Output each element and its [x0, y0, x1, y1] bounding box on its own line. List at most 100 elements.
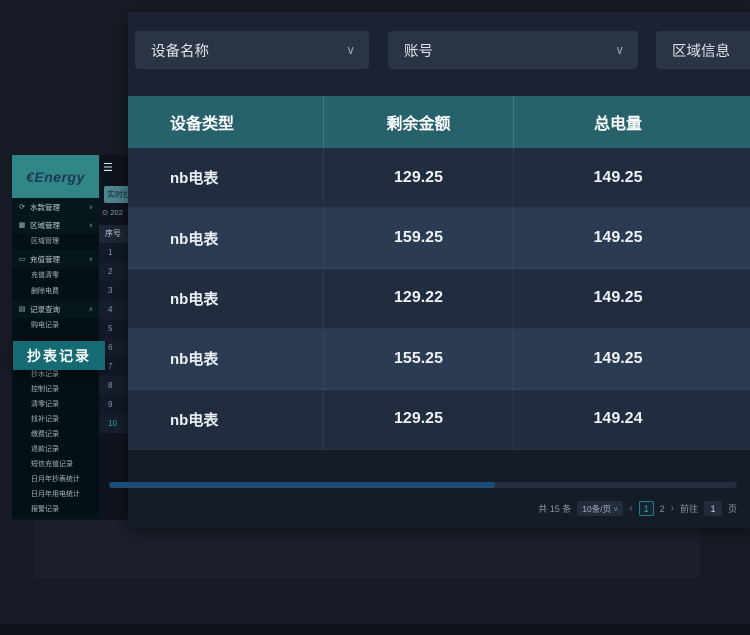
chevron-up-icon: ∧: [89, 222, 93, 229]
column-header-balance: 剩余金额: [324, 96, 514, 148]
section-label: 区域管理: [30, 220, 60, 231]
column-header-device-type: 设备类型: [128, 96, 324, 148]
sidebar-item-control-records[interactable]: 控制记录: [12, 382, 99, 397]
cell-total-energy: 149.25: [514, 208, 750, 267]
total-count-label: 共 15 条: [538, 502, 571, 515]
seq-row[interactable]: 2: [99, 262, 128, 281]
page-button-1-current[interactable]: 1: [639, 501, 654, 516]
section-label: 充值管理: [30, 254, 60, 265]
dropdown-label: 区域信息: [672, 40, 730, 61]
dropdown-label: 设备名称: [151, 40, 209, 61]
seq-row[interactable]: 3: [99, 281, 128, 300]
seq-row[interactable]: 5: [99, 319, 128, 338]
sidebar-section-region[interactable]: ▦ 区域管理 ∧: [12, 216, 99, 234]
sidebar-section-arrears[interactable]: ⟳ 水款管理 ∨: [12, 198, 99, 216]
cell-total-energy: 149.25: [514, 329, 750, 388]
section-label: 记录查询: [30, 304, 60, 315]
cell-balance: 159.25: [324, 208, 514, 267]
sidebar-item-purchase-records[interactable]: 购电记录: [12, 318, 99, 334]
date-text: 202: [110, 208, 123, 217]
cell-total-energy: 149.25: [514, 269, 750, 328]
seq-row[interactable]: 4: [99, 300, 128, 319]
seq-rows: 1 2 3 4 5 6 7 8 9 10: [99, 243, 128, 433]
seq-row[interactable]: 8: [99, 376, 128, 395]
device-name-dropdown[interactable]: 设备名称 ∨: [135, 31, 369, 69]
next-page-button[interactable]: ›: [671, 503, 674, 514]
horizontal-scrollbar[interactable]: [109, 482, 737, 488]
goto-label: 前往: [680, 502, 698, 515]
section-label: 水款管理: [30, 202, 60, 213]
background-window-strip: ☰ 实时抄表 ⊙ 202 序号 1 2 3 4 5 6 7 8 9 10: [99, 155, 128, 520]
table-row[interactable]: nb电表 129.22 149.25: [128, 269, 750, 329]
cell-device-type: nb电表: [128, 208, 324, 267]
sidebar-item-sms-recharge-records[interactable]: 短信充值记录: [12, 457, 99, 472]
dropdown-label: 账号: [404, 40, 433, 61]
sidebar: €Energy ⟳ 水款管理 ∨ ▦ 区域管理 ∧ 区域管理 ▭ 充值管理 ∧ …: [12, 155, 99, 520]
menu-icon[interactable]: ☰: [103, 163, 113, 174]
goto-suffix-label: 页: [728, 502, 737, 515]
chevron-down-icon: ∨: [89, 204, 93, 211]
cell-balance: 129.25: [324, 390, 514, 449]
chevron-down-icon: ∨: [613, 505, 618, 513]
table-row[interactable]: nb电表 159.25 149.25: [128, 208, 750, 268]
sidebar-submenu-recharge: 充值清零 删除电费: [12, 268, 99, 300]
cell-balance: 155.25: [324, 329, 514, 388]
cell-total-energy: 149.25: [514, 148, 750, 207]
prev-page-button[interactable]: ‹: [629, 503, 632, 514]
arrears-icon: ⟳: [18, 203, 26, 211]
pagination: 共 15 条 10条/页 ∨ ‹ 1 2 › 前往 1 页: [538, 501, 737, 516]
page-size-label: 10条/页: [582, 503, 611, 515]
clock-icon: ⊙: [102, 208, 108, 217]
column-header-total-energy: 总电量: [514, 96, 750, 148]
cell-device-type: nb电表: [128, 269, 324, 328]
sidebar-item-refund-records[interactable]: 退款记录: [12, 442, 99, 457]
horizontal-scrollbar-thumb[interactable]: [109, 482, 495, 488]
sidebar-item-region-manage[interactable]: 区域管理: [12, 234, 99, 250]
cell-device-type: nb电表: [128, 390, 324, 449]
recharge-icon: ▭: [18, 255, 26, 263]
chevron-down-icon: ∨: [615, 43, 624, 57]
cell-device-type: nb电表: [128, 329, 324, 388]
table-footer-area: [128, 450, 750, 528]
account-dropdown[interactable]: 账号 ∨: [388, 31, 638, 69]
chevron-up-icon: ∧: [89, 306, 93, 313]
sidebar-item-delete-fee[interactable]: 删除电费: [12, 284, 99, 300]
sidebar-item-energy-stats[interactable]: 日月年用电统计: [12, 487, 99, 502]
date-picker-fragment[interactable]: ⊙ 202: [102, 208, 123, 217]
seq-row-highlighted[interactable]: 10: [99, 414, 128, 433]
sidebar-section-recharge[interactable]: ▭ 充值管理 ∧: [12, 250, 99, 268]
sidebar-item-recharge-clear[interactable]: 充值清零: [12, 268, 99, 284]
records-dialog: 设备名称 ∨ 账号 ∨ 区域信息 设备类型 剩余金额 总电量 nb电表 129.…: [128, 12, 750, 528]
sidebar-item-meter-read-records-selected[interactable]: 抄表记录: [13, 341, 105, 370]
table-body: nb电表 129.25 149.25 nb电表 159.25 149.25 nb…: [128, 148, 750, 450]
page-button-2[interactable]: 2: [660, 504, 665, 514]
sidebar-item-alarm-records[interactable]: 报警记录: [12, 502, 99, 517]
cell-balance: 129.25: [324, 148, 514, 207]
records-icon: ▤: [18, 305, 26, 313]
seq-row[interactable]: 1: [99, 243, 128, 262]
sidebar-item-clear-records[interactable]: 清零记录: [12, 397, 99, 412]
table-row[interactable]: nb电表 129.25 149.24: [128, 390, 750, 450]
background-panel: [35, 520, 700, 578]
goto-page-input[interactable]: 1: [704, 501, 722, 516]
sidebar-item-adjust-records[interactable]: 找补记录: [12, 412, 99, 427]
region-info-dropdown[interactable]: 区域信息: [656, 31, 750, 69]
background-bottom-strip: [0, 624, 750, 635]
sidebar-item-payment-records[interactable]: 缴费记录: [12, 427, 99, 442]
realtime-read-button[interactable]: 实时抄表: [104, 186, 128, 203]
seq-column-header: 序号: [99, 225, 128, 243]
chevron-down-icon: ∨: [346, 43, 355, 57]
sidebar-item-read-stats[interactable]: 日月年抄表统计: [12, 472, 99, 487]
cell-total-energy: 149.24: [514, 390, 750, 449]
chevron-up-icon: ∧: [89, 256, 93, 263]
cell-balance: 129.22: [324, 269, 514, 328]
app-logo: €Energy: [12, 155, 99, 198]
table-header-row: 设备类型 剩余金额 总电量: [128, 96, 750, 148]
sidebar-submenu-region: 区域管理: [12, 234, 99, 250]
sidebar-section-records[interactable]: ▤ 记录查询 ∧: [12, 300, 99, 318]
table-row[interactable]: nb电表 129.25 149.25: [128, 148, 750, 208]
seq-row[interactable]: 9: [99, 395, 128, 414]
region-icon: ▦: [18, 221, 26, 229]
table-row[interactable]: nb电表 155.25 149.25: [128, 329, 750, 389]
page-size-dropdown[interactable]: 10条/页 ∨: [577, 501, 623, 516]
